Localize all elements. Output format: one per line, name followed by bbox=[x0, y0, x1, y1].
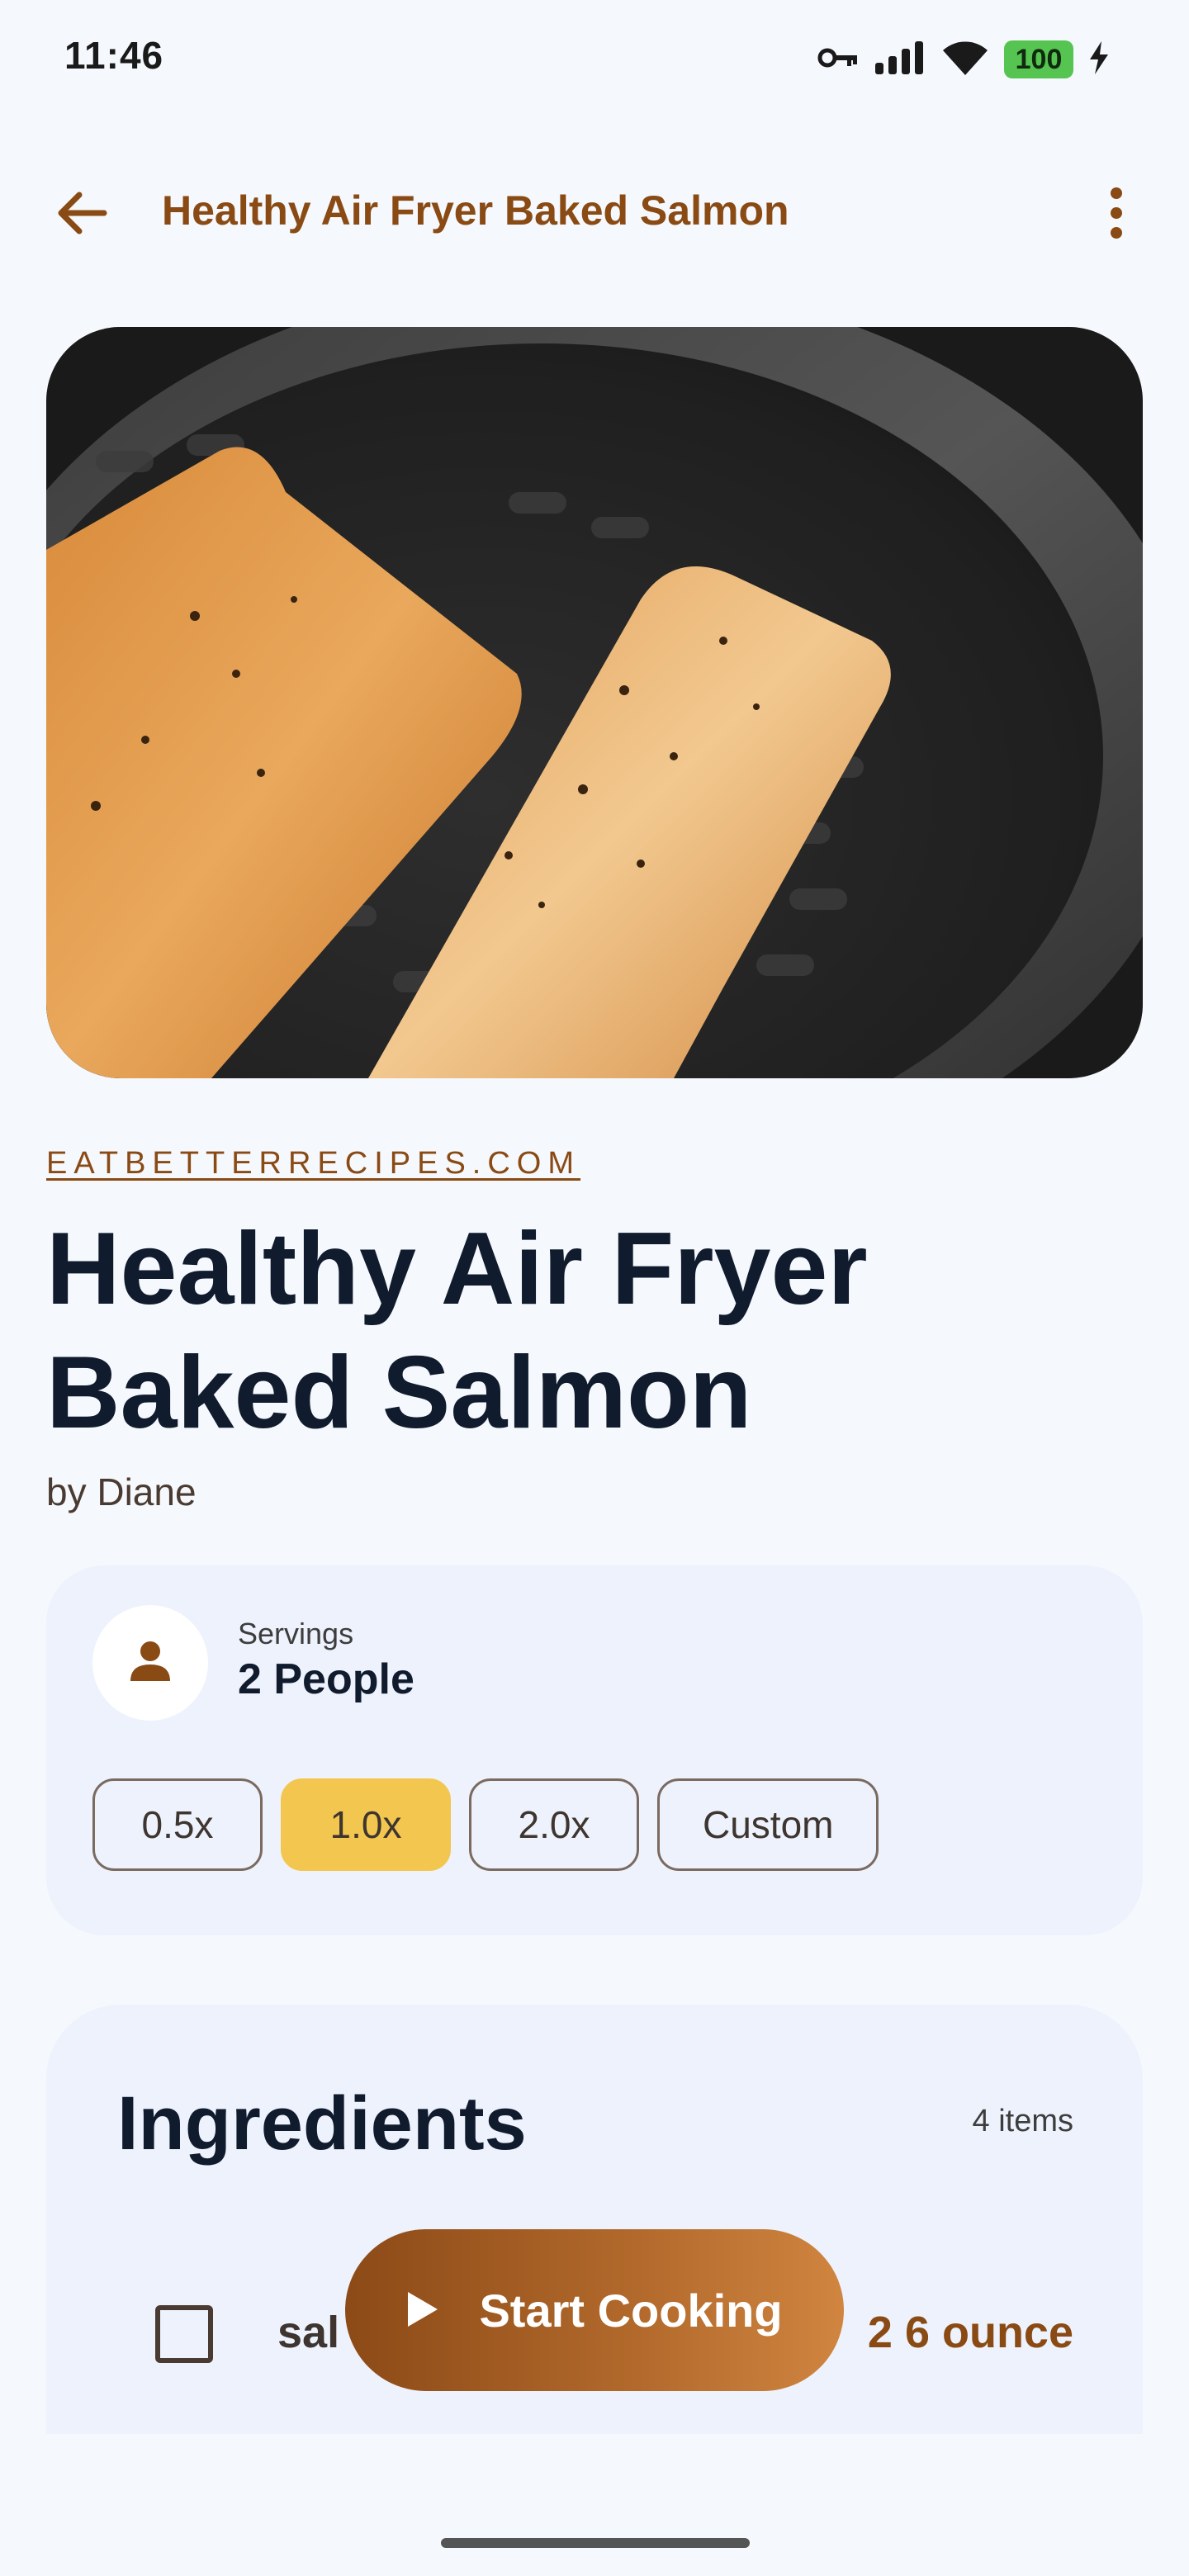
recipe-author: by Diane bbox=[46, 1470, 197, 1513]
person-icon bbox=[127, 1640, 173, 1687]
servings-value: 2 People bbox=[238, 1655, 414, 1703]
status-bar: 11:46 100 bbox=[0, 0, 1189, 116]
ingredient-name: sal bbox=[277, 2308, 340, 2357]
signal-icon bbox=[874, 40, 926, 80]
wifi-icon bbox=[941, 39, 989, 81]
vpn-key-icon bbox=[817, 44, 859, 76]
more-options-button[interactable] bbox=[1080, 178, 1153, 251]
multiplier-chip-2-0x[interactable]: 2.0x bbox=[469, 1778, 639, 1871]
ingredients-title: Ingredients bbox=[117, 2081, 527, 2166]
arrow-back-icon bbox=[54, 190, 107, 240]
battery-level: 100 bbox=[1015, 43, 1063, 75]
ingredient-quantity: 2 6 ounce bbox=[867, 2308, 1073, 2357]
multiplier-chip-0-5x[interactable]: 0.5x bbox=[92, 1778, 263, 1871]
multiplier-chip-custom[interactable]: Custom bbox=[657, 1778, 879, 1871]
battery-icon: 100 bbox=[1004, 40, 1073, 78]
recipe-hero-image bbox=[46, 327, 1143, 1078]
servings-label: Servings bbox=[238, 1617, 354, 1650]
source-link[interactable]: EATBETTERRECIPES.COM bbox=[46, 1146, 580, 1181]
ingredient-checkbox[interactable] bbox=[155, 2305, 213, 2363]
servings-card: Servings 2 People 0.5x 1.0x 2.0x Custom bbox=[46, 1565, 1143, 1935]
app-bar-title: Healthy Air Fryer Baked Salmon bbox=[162, 187, 789, 234]
recipe-title: Healthy Air Fryer Baked Salmon bbox=[46, 1212, 868, 1450]
charging-bolt-icon bbox=[1088, 40, 1110, 78]
start-cooking-button[interactable]: Start Cooking bbox=[345, 2229, 844, 2391]
serving-multiplier-chips: 0.5x 1.0x 2.0x Custom bbox=[92, 1778, 879, 1871]
multiplier-chip-1-0x[interactable]: 1.0x bbox=[281, 1778, 451, 1871]
status-time: 11:46 bbox=[64, 34, 164, 77]
back-button[interactable] bbox=[45, 178, 117, 251]
servings-avatar bbox=[92, 1605, 208, 1721]
ingredients-count: 4 items bbox=[972, 2104, 1073, 2138]
top-app-bar: Healthy Air Fryer Baked Salmon bbox=[0, 165, 1189, 264]
more-vert-icon bbox=[1108, 187, 1125, 244]
start-cooking-label: Start Cooking bbox=[479, 2284, 783, 2337]
status-icons: 100 bbox=[817, 36, 1110, 83]
play-icon bbox=[406, 2290, 439, 2331]
home-indicator[interactable] bbox=[441, 2538, 750, 2548]
